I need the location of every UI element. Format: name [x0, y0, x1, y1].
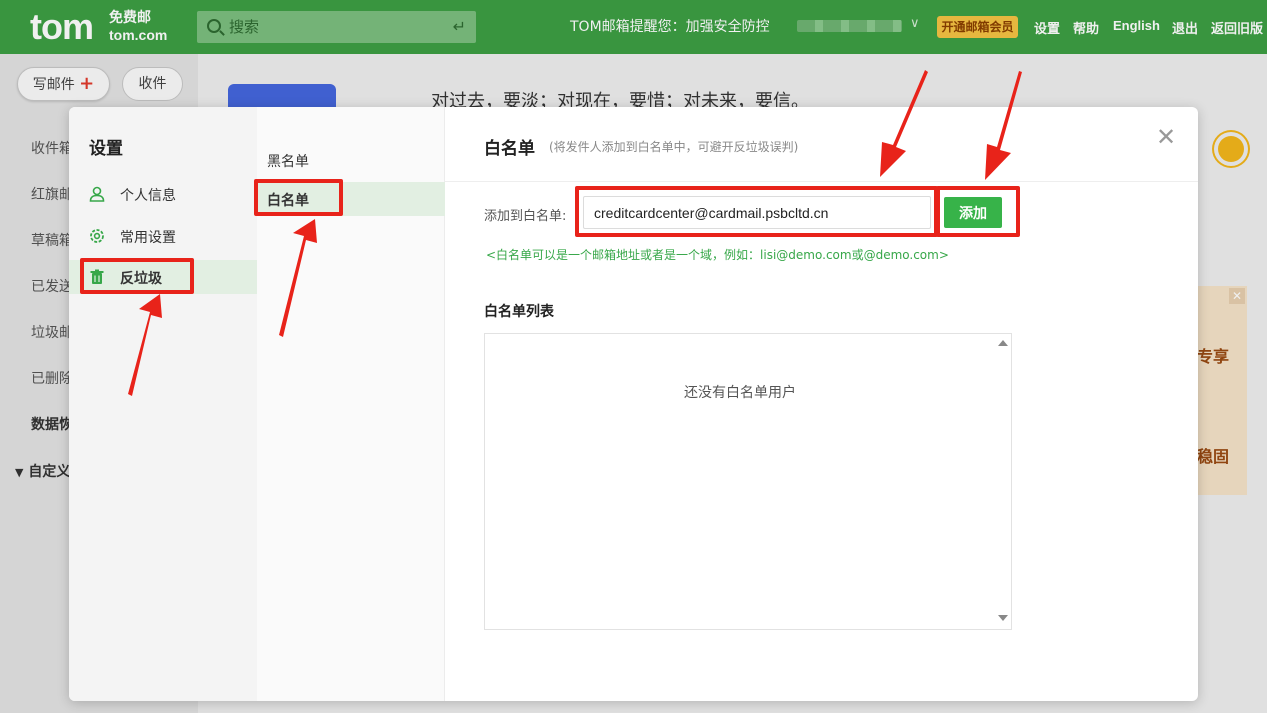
annotation-arrows [128, 70, 1022, 396]
arrow-to-whitelist [279, 219, 317, 337]
arrow-to-add-button [985, 71, 1022, 180]
arrow-to-email-input [880, 70, 928, 177]
arrow-to-anti-spam [128, 294, 162, 396]
